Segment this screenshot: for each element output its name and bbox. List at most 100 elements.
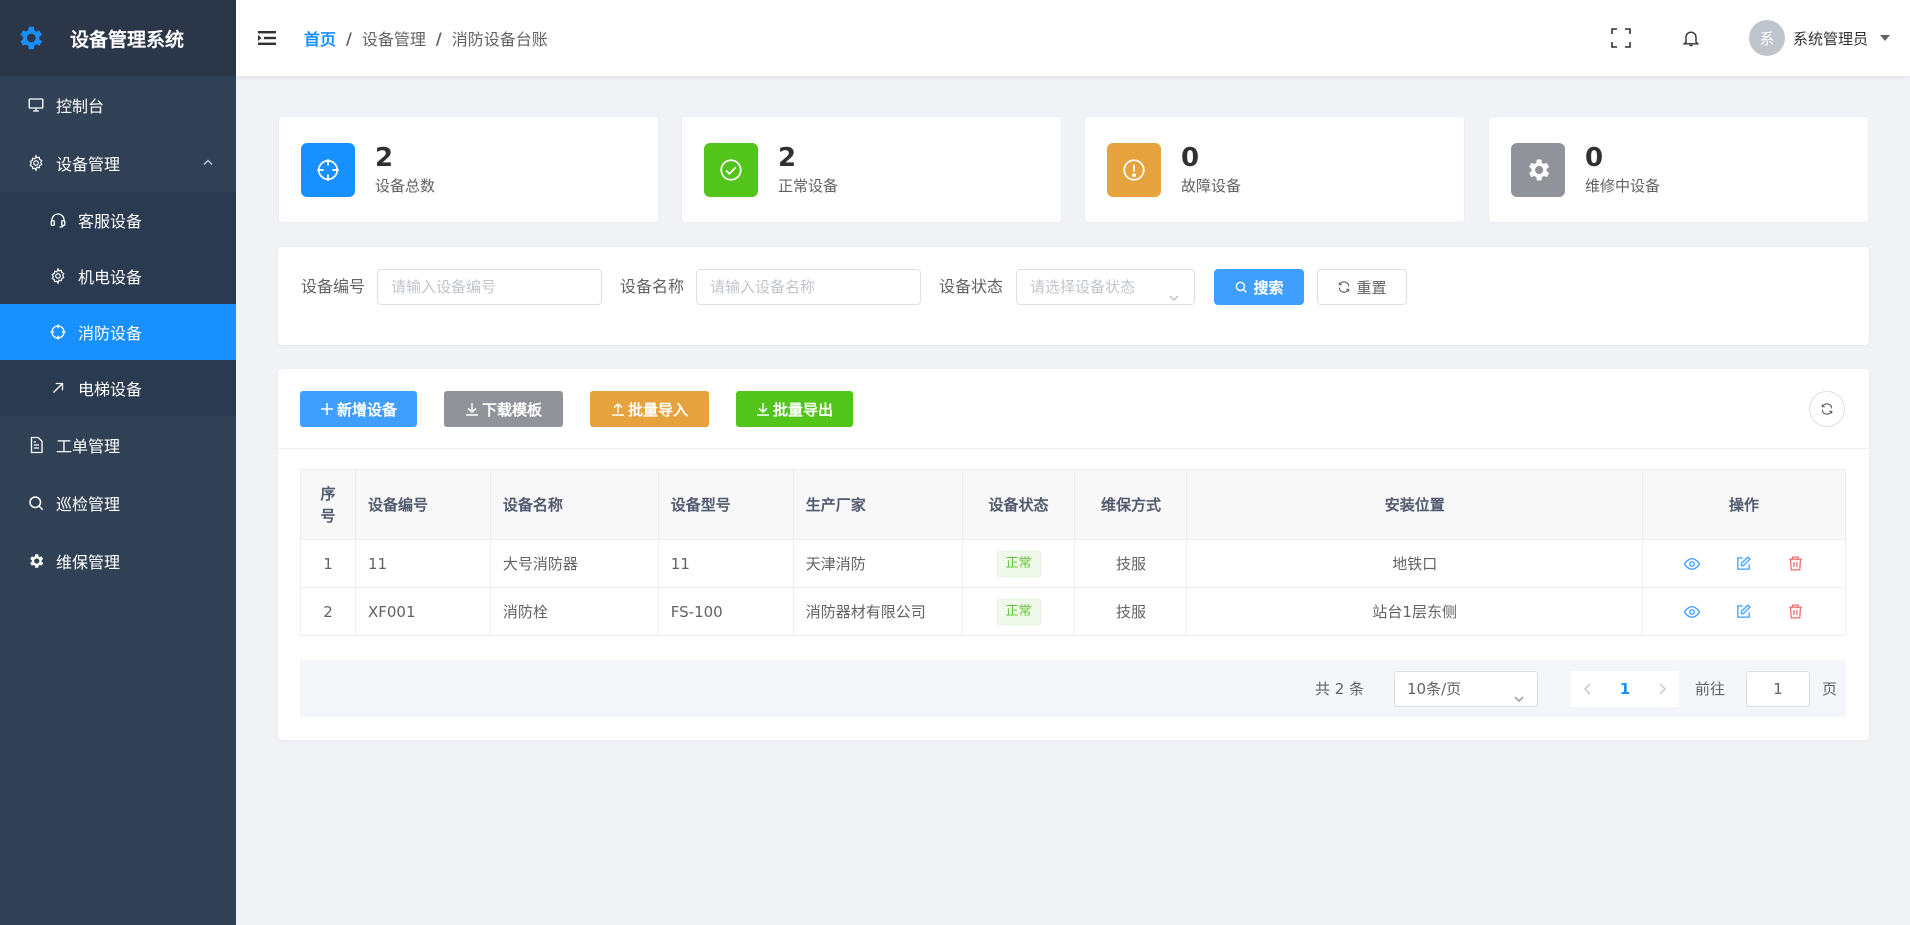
goto-label: 前往 xyxy=(1695,680,1726,698)
device-name-label: 设备名称 xyxy=(620,277,685,296)
stat-card-normal: 2 正常设备 xyxy=(681,116,1062,223)
page-size-select[interactable]: 10条/页 xyxy=(1394,671,1538,707)
delete-icon[interactable] xyxy=(1785,553,1807,575)
col-header-model: 设备型号 xyxy=(657,469,794,540)
gear-logo-icon xyxy=(14,22,46,54)
batch-export-button[interactable]: 批量导出 xyxy=(736,391,853,427)
gear-icon xyxy=(26,153,46,173)
sidebar-item-device-management[interactable]: 设备管理 xyxy=(0,134,236,192)
stat-card-total: 2 设备总数 xyxy=(278,116,659,223)
top-header: 首页 / 设备管理 / 消防设备台账 系 系统管理员 xyxy=(236,0,1910,76)
next-page-icon[interactable] xyxy=(1657,680,1667,699)
download-icon xyxy=(756,403,769,416)
sidebar-item-label: 消防设备 xyxy=(78,324,143,343)
stat-card-repairing: 0 维修中设备 xyxy=(1488,116,1869,223)
sidebar-item-customer-device[interactable]: 客服设备 xyxy=(0,192,236,248)
device-status-placeholder: 请选择设备状态 xyxy=(1030,278,1136,296)
device-name-input[interactable]: 请输入设备名称 xyxy=(696,269,921,305)
sidebar-item-label: 电梯设备 xyxy=(78,380,143,399)
search-panel: 设备编号 请输入设备编号 设备名称 请输入设备名称 设备状态 请选择设备状态 搜… xyxy=(278,247,1869,345)
sidebar-item-elevator-device[interactable]: 电梯设备 xyxy=(0,360,236,416)
sidebar-item-label: 机电设备 xyxy=(78,268,143,287)
fullscreen-icon[interactable] xyxy=(1609,26,1633,50)
cell-model: 11 xyxy=(657,539,794,588)
sidebar-item-console[interactable]: 控制台 xyxy=(0,76,236,134)
download-template-button[interactable]: 下载模板 xyxy=(444,391,563,427)
menu-toggle-icon[interactable] xyxy=(256,27,278,49)
sidebar-item-label: 客服设备 xyxy=(78,212,143,231)
edit-icon[interactable] xyxy=(1733,553,1755,575)
reset-button[interactable]: 重置 xyxy=(1317,269,1407,305)
table-row: 2 XF001 消防栓 FS-100 消防器材有限公司 正常 技服 站台1层东侧 xyxy=(300,587,1847,636)
search-button-label: 搜索 xyxy=(1253,278,1284,297)
sidebar: 设备管理系统 控制台 设备管理 客服设备 机电设备 消防设备 电梯设备 工单管理… xyxy=(0,0,236,925)
col-header-code: 设备编号 xyxy=(354,469,491,540)
sidebar-item-electromechanical-device[interactable]: 机电设备 xyxy=(0,248,236,304)
breadcrumb-home[interactable]: 首页 xyxy=(304,26,336,50)
search-icon xyxy=(26,493,46,513)
sidebar-item-maintenance[interactable]: 维保管理 xyxy=(0,532,236,590)
cell-maintenance: 技服 xyxy=(1074,587,1188,636)
edit-icon[interactable] xyxy=(1733,601,1755,623)
pagination: 共 2 条 10条/页 1 前往 1 页 xyxy=(300,660,1846,717)
username[interactable]: 系统管理员 xyxy=(1793,28,1868,49)
sidebar-item-fire-device[interactable]: 消防设备 xyxy=(0,304,236,360)
table-header-row: 序号 设备编号 设备名称 设备型号 生产厂家 设备状态 维保方式 安装位置 操作 xyxy=(300,469,1847,540)
sidebar-item-work-order[interactable]: 工单管理 xyxy=(0,416,236,474)
device-table: 序号 设备编号 设备名称 设备型号 生产厂家 设备状态 维保方式 安装位置 操作… xyxy=(300,469,1847,636)
goto-page-input[interactable]: 1 xyxy=(1746,671,1810,707)
page-size-value: 10条/页 xyxy=(1407,680,1462,698)
delete-icon[interactable] xyxy=(1785,601,1807,623)
col-header-maker: 生产厂家 xyxy=(792,469,963,540)
refresh-icon xyxy=(1821,403,1833,415)
cell-maintenance: 技服 xyxy=(1074,539,1188,588)
search-button[interactable]: 搜索 xyxy=(1214,269,1304,305)
stat-label: 正常设备 xyxy=(778,177,839,195)
device-status-select[interactable]: 请选择设备状态 xyxy=(1016,269,1195,305)
stat-value: 2 xyxy=(375,143,394,173)
check-circle-icon xyxy=(704,142,758,197)
app-logo: 设备管理系统 xyxy=(0,0,236,76)
add-device-label: 新增设备 xyxy=(336,400,397,419)
download-template-label: 下载模板 xyxy=(481,400,542,419)
chevron-up-icon xyxy=(202,154,214,173)
status-badge: 正常 xyxy=(996,550,1041,577)
breadcrumb: 首页 / 设备管理 / 消防设备台账 xyxy=(304,26,548,50)
cell-model: FS-100 xyxy=(657,587,794,636)
refresh-icon xyxy=(1339,281,1350,293)
add-device-button[interactable]: 新增设备 xyxy=(300,391,417,427)
cell-code: XF001 xyxy=(354,587,491,636)
stat-value: 2 xyxy=(778,143,797,173)
cell-code: 11 xyxy=(354,539,491,588)
col-header-status: 设备状态 xyxy=(961,469,1076,540)
sidebar-item-label: 工单管理 xyxy=(56,437,121,456)
cell-name: 大号消防器 xyxy=(489,539,659,588)
cell-location: 地铁口 xyxy=(1186,539,1643,588)
stat-value: 0 xyxy=(1181,143,1200,173)
sidebar-item-inspection[interactable]: 巡检管理 xyxy=(0,474,236,532)
refresh-table-button[interactable] xyxy=(1809,391,1845,427)
cell-maker: 天津消防 xyxy=(792,539,963,588)
status-badge: 正常 xyxy=(996,598,1041,625)
bell-icon[interactable] xyxy=(1679,26,1703,50)
avatar[interactable]: 系 xyxy=(1748,20,1785,56)
breadcrumb-separator: / xyxy=(346,28,352,48)
device-code-input[interactable]: 请输入设备编号 xyxy=(377,269,602,305)
prev-page-icon[interactable] xyxy=(1583,680,1593,699)
col-header-no: 序号 xyxy=(300,469,356,540)
cell-actions xyxy=(1641,587,1847,636)
current-page[interactable]: 1 xyxy=(1620,680,1630,698)
breadcrumb-current: 消防设备台账 xyxy=(451,30,548,49)
view-icon[interactable] xyxy=(1681,553,1703,575)
chevron-down-icon xyxy=(1168,282,1180,316)
view-icon[interactable] xyxy=(1681,601,1703,623)
cell-no: 2 xyxy=(300,587,356,636)
batch-import-button[interactable]: 批量导入 xyxy=(590,391,709,427)
upload-icon xyxy=(611,403,624,416)
gear-solid-icon xyxy=(1511,142,1565,197)
caret-down-icon[interactable] xyxy=(1880,35,1890,41)
stat-label: 故障设备 xyxy=(1181,177,1242,195)
cell-status: 正常 xyxy=(961,539,1076,588)
stat-value: 0 xyxy=(1585,143,1604,173)
col-header-location: 安装位置 xyxy=(1186,469,1643,540)
